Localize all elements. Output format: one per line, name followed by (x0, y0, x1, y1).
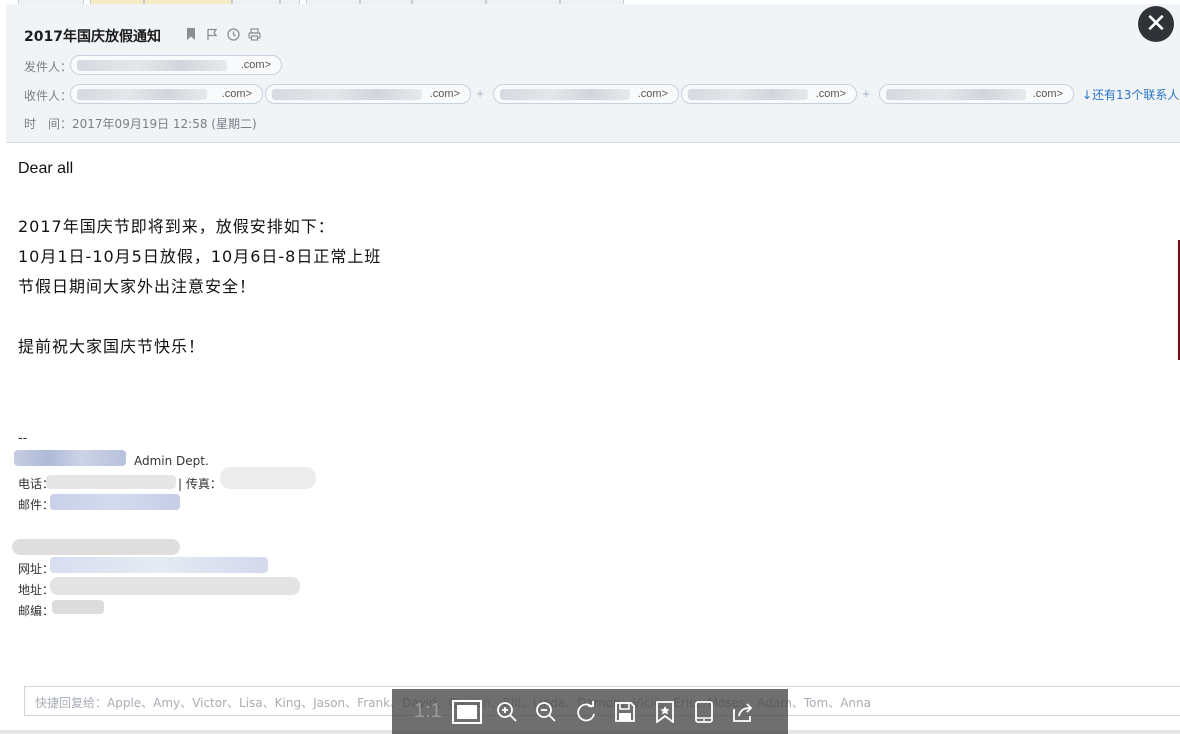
share-icon[interactable] (724, 689, 764, 734)
mail-label: 邮件： (18, 498, 55, 512)
from-row: 发件人： (24, 58, 72, 75)
sender-chip[interactable]: .com> (70, 55, 282, 75)
signature-dept: Admin Dept. (134, 454, 209, 468)
more-recipients-link[interactable]: ↓还有13个联系人 (1082, 86, 1179, 103)
to-row: 收件人： (24, 87, 72, 104)
to-label: 收件人： (24, 89, 73, 103)
close-icon[interactable]: ✕ (1138, 6, 1174, 42)
body-line: 节假日期间大家外出注意安全！ (18, 277, 257, 296)
flag-icon[interactable] (205, 28, 219, 42)
bookmark-icon[interactable] (184, 28, 198, 42)
add-contact-icon[interactable]: + (471, 85, 489, 103)
recipient-chip[interactable]: .com> (265, 84, 471, 104)
email-header: 2017年国庆放假通知 发件人： .com> 收件人： .com> .com> … (6, 4, 1180, 143)
redacted-phone (46, 475, 176, 489)
image-viewer-toolbar: 1:1 (392, 689, 788, 734)
signature-dash: -- (18, 431, 28, 446)
redacted-fax (220, 467, 316, 489)
redacted-mail (50, 494, 180, 510)
recipient-chip[interactable]: .com> (493, 84, 679, 104)
greeting: Dear all (18, 160, 74, 177)
redacted-email (886, 89, 1026, 100)
redacted-company (12, 539, 180, 555)
time-value: 2017年09月19日 12:58 (星期二) (72, 117, 257, 131)
fax-label: | 传真： (178, 477, 222, 491)
redacted-web (50, 557, 268, 573)
addr-label: 地址： (18, 583, 55, 597)
bookmark-icon[interactable] (645, 689, 685, 734)
device-icon[interactable] (685, 689, 725, 734)
redacted-email (77, 60, 227, 71)
print-icon[interactable] (247, 28, 261, 42)
recipient-chip[interactable]: .com> (681, 84, 857, 104)
redacted-email (688, 89, 808, 100)
body-line: 2017年国庆节即将到来，放假安排如下： (18, 217, 335, 236)
recipient-chip[interactable]: .com> (879, 84, 1074, 104)
redacted-email (272, 89, 422, 100)
body-line: 10月1日-10月5日放假，10月6日-8日正常上班 (18, 247, 382, 266)
body-line: 提前祝大家国庆节快乐！ (18, 337, 206, 356)
zip-label: 邮编： (18, 604, 55, 618)
subject-actions (184, 28, 261, 42)
redacted-addr (50, 577, 300, 595)
redacted-email (500, 89, 630, 100)
fit-screen-icon[interactable] (448, 689, 488, 734)
redacted-zip (52, 600, 104, 614)
save-icon[interactable] (606, 689, 646, 734)
add-contact-icon[interactable]: + (857, 85, 875, 103)
from-label: 发件人： (24, 60, 73, 74)
time-row: 时 间：2017年09月19日 12:58 (星期二) (24, 115, 257, 132)
recipient-chip[interactable]: .com> (70, 84, 263, 104)
actual-size-button[interactable]: 1:1 (408, 689, 448, 734)
time-label: 时 间： (24, 117, 73, 131)
web-label: 网址： (18, 562, 55, 576)
zoom-out-icon[interactable] (527, 689, 567, 734)
redacted-email (77, 89, 207, 100)
clock-icon[interactable] (226, 28, 240, 42)
email-subject: 2017年国庆放假通知 (24, 29, 161, 45)
email-body: Dear all 2017年国庆节即将到来，放假安排如下： 10月1日-10月5… (6, 143, 1180, 673)
rotate-icon[interactable] (566, 689, 606, 734)
redacted-name (14, 450, 126, 466)
zoom-in-icon[interactable] (487, 689, 527, 734)
